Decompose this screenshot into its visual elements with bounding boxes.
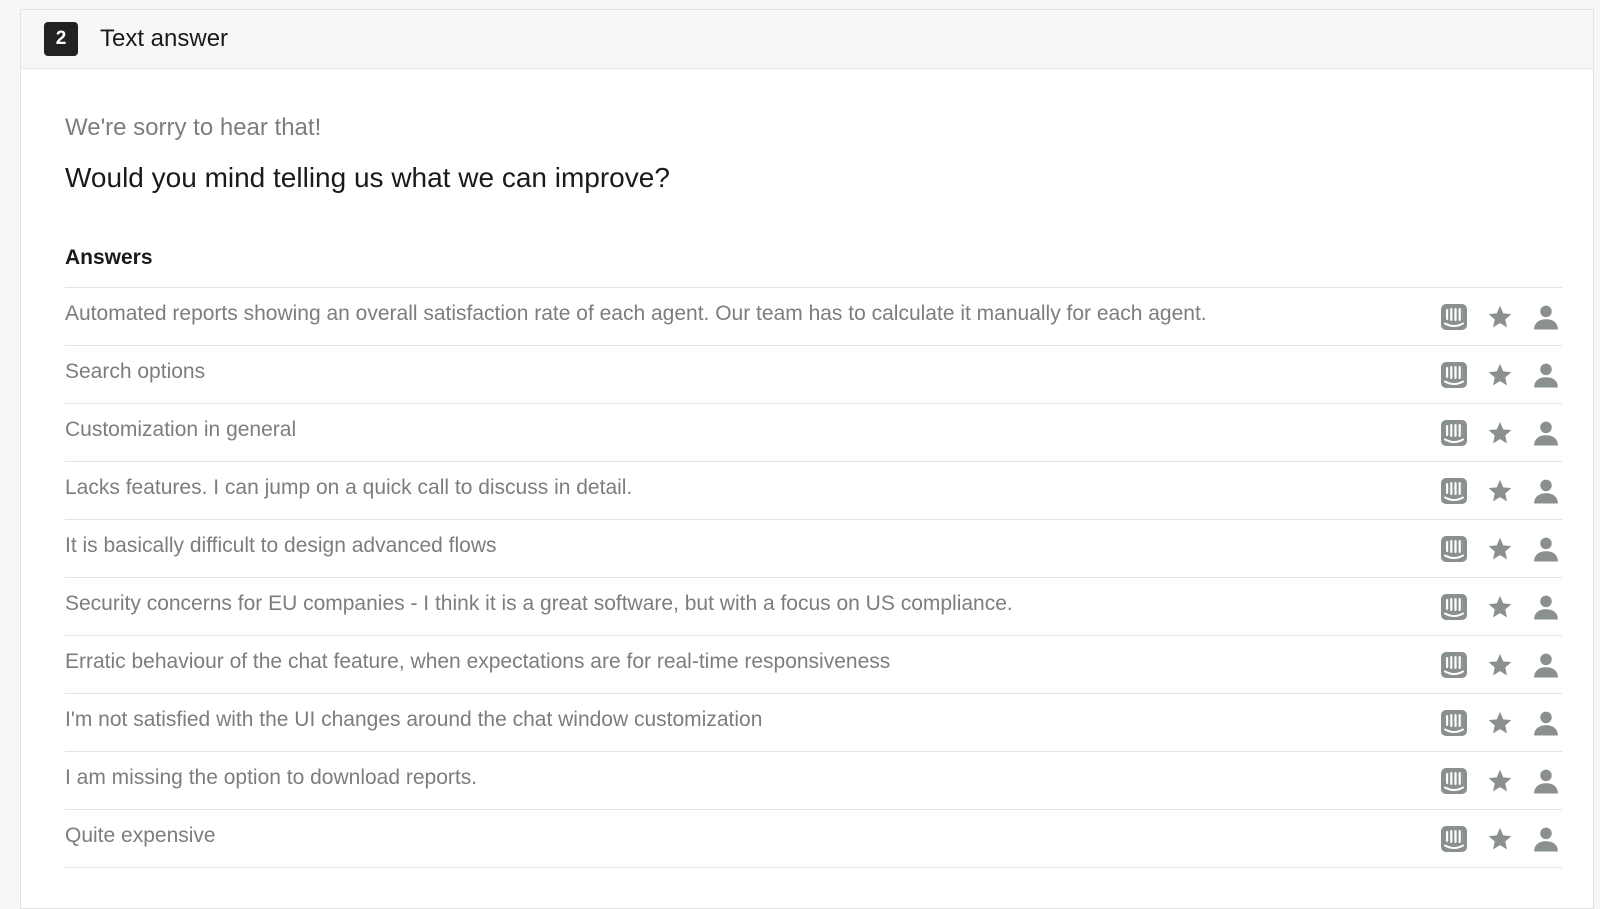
question-text: Would you mind telling us what we can im… xyxy=(65,161,1562,195)
row-actions xyxy=(1438,591,1562,623)
answer-text: Quite expensive xyxy=(65,824,1438,848)
answer-text: Search options xyxy=(65,360,1438,384)
answer-text: I am missing the option to download repo… xyxy=(65,766,1438,790)
row-actions xyxy=(1438,707,1562,739)
card-content: We're sorry to hear that! Would you mind… xyxy=(21,113,1562,868)
row-actions xyxy=(1438,533,1562,565)
row-actions xyxy=(1438,301,1562,333)
intro-text: We're sorry to hear that! xyxy=(65,113,1562,143)
row-actions xyxy=(1438,765,1562,797)
intercom-icon[interactable] xyxy=(1438,649,1470,681)
answer-text: Erratic behaviour of the chat feature, w… xyxy=(65,650,1438,674)
intercom-icon[interactable] xyxy=(1438,417,1470,449)
intercom-icon[interactable] xyxy=(1438,475,1470,507)
person-icon[interactable] xyxy=(1530,707,1562,739)
answer-text: Customization in general xyxy=(65,418,1438,442)
answer-text: Automated reports showing an overall sat… xyxy=(65,302,1438,326)
answer-row: Security concerns for EU companies - I t… xyxy=(65,578,1562,636)
answer-text: Security concerns for EU companies - I t… xyxy=(65,592,1438,616)
star-icon[interactable] xyxy=(1484,533,1516,565)
person-icon[interactable] xyxy=(1530,823,1562,855)
answer-row: Automated reports showing an overall sat… xyxy=(65,288,1562,346)
star-icon[interactable] xyxy=(1484,475,1516,507)
row-actions xyxy=(1438,417,1562,449)
person-icon[interactable] xyxy=(1530,417,1562,449)
intercom-icon[interactable] xyxy=(1438,533,1470,565)
intercom-icon[interactable] xyxy=(1438,301,1470,333)
intercom-icon[interactable] xyxy=(1438,707,1470,739)
person-icon[interactable] xyxy=(1530,301,1562,333)
intercom-icon[interactable] xyxy=(1438,359,1470,391)
row-actions xyxy=(1438,359,1562,391)
star-icon[interactable] xyxy=(1484,649,1516,681)
row-actions xyxy=(1438,823,1562,855)
answer-row: It is basically difficult to design adva… xyxy=(65,520,1562,578)
answer-row: I am missing the option to download repo… xyxy=(65,752,1562,810)
person-icon[interactable] xyxy=(1530,591,1562,623)
person-icon[interactable] xyxy=(1530,359,1562,391)
star-icon[interactable] xyxy=(1484,707,1516,739)
person-icon[interactable] xyxy=(1530,533,1562,565)
answer-text: It is basically difficult to design adva… xyxy=(65,534,1438,558)
star-icon[interactable] xyxy=(1484,765,1516,797)
answer-row: I'm not satisfied with the UI changes ar… xyxy=(65,694,1562,752)
person-icon[interactable] xyxy=(1530,765,1562,797)
answer-row: Search options xyxy=(65,346,1562,404)
intercom-icon[interactable] xyxy=(1438,765,1470,797)
step-number-badge: 2 xyxy=(44,22,78,56)
star-icon[interactable] xyxy=(1484,823,1516,855)
star-icon[interactable] xyxy=(1484,591,1516,623)
answer-row: Quite expensive xyxy=(65,810,1562,868)
answer-row: Customization in general xyxy=(65,404,1562,462)
star-icon[interactable] xyxy=(1484,417,1516,449)
star-icon[interactable] xyxy=(1484,359,1516,391)
row-actions xyxy=(1438,649,1562,681)
person-icon[interactable] xyxy=(1530,475,1562,507)
answer-row: Lacks features. I can jump on a quick ca… xyxy=(65,462,1562,520)
intercom-icon[interactable] xyxy=(1438,591,1470,623)
card-title: Text answer xyxy=(100,25,228,53)
person-icon[interactable] xyxy=(1530,649,1562,681)
star-icon[interactable] xyxy=(1484,301,1516,333)
intercom-icon[interactable] xyxy=(1438,823,1470,855)
card-header: 2 Text answer xyxy=(21,10,1593,69)
row-actions xyxy=(1438,475,1562,507)
answers-heading: Answers xyxy=(65,245,1562,271)
text-answer-card: 2 Text answer We're sorry to hear that! … xyxy=(20,9,1594,909)
answer-text: I'm not satisfied with the UI changes ar… xyxy=(65,708,1438,732)
answers-list: Automated reports showing an overall sat… xyxy=(65,287,1562,868)
answer-row: Erratic behaviour of the chat feature, w… xyxy=(65,636,1562,694)
answer-text: Lacks features. I can jump on a quick ca… xyxy=(65,476,1438,500)
